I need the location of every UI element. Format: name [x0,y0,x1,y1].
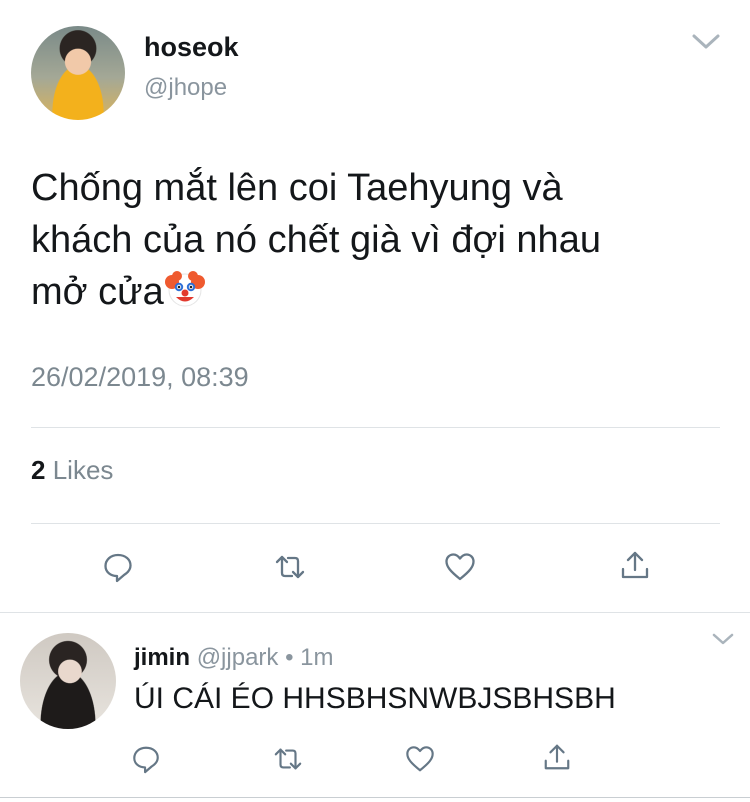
reply-display-name[interactable]: jimin [134,644,190,671]
user-handle[interactable]: @jhope [144,74,227,102]
reply-header: jimin @jjpark • 1m [134,644,334,672]
share-icon[interactable] [542,742,574,774]
separator-dot: • [285,644,294,671]
share-icon[interactable] [619,549,651,581]
tweet-text-line: mở cửa [31,266,721,318]
tweet-text: Chống mắt lên coi Taehyung và khách của … [31,162,721,318]
retweet-icon[interactable] [274,551,306,583]
tweet-text-fragment: mở cửa [31,271,164,313]
divider [31,427,720,428]
divider [0,612,750,613]
chevron-down-icon[interactable] [691,32,721,52]
divider [31,523,720,524]
likes-label: Likes [52,455,114,485]
likes-number: 2 [31,455,46,485]
like-icon[interactable] [405,744,437,776]
divider [0,797,750,798]
tweet-text-line: khách của nó chết già vì đợi nhau [31,219,601,261]
reply-avatar[interactable] [20,633,116,729]
likes-count[interactable]: 2 Likes [31,455,113,486]
clown-face-icon [164,270,205,310]
reply-icon[interactable] [102,551,134,583]
reply-handle[interactable]: @jjpark [197,644,279,671]
timestamp: 26/02/2019, 08:39 [31,362,249,392]
chevron-down-icon[interactable] [711,632,741,652]
reply-text: ÚI CÁI ÉO HHSBHSNWBJSBHSBH [134,682,616,715]
retweet-icon[interactable] [273,744,305,776]
reply-icon[interactable] [131,744,163,776]
like-icon[interactable] [444,551,476,583]
reply-time: 1m [300,644,334,671]
tweet-text-line: Chống mắt lên coi Taehyung và [31,167,563,209]
avatar[interactable] [31,26,125,120]
display-name[interactable]: hoseok [144,32,239,63]
